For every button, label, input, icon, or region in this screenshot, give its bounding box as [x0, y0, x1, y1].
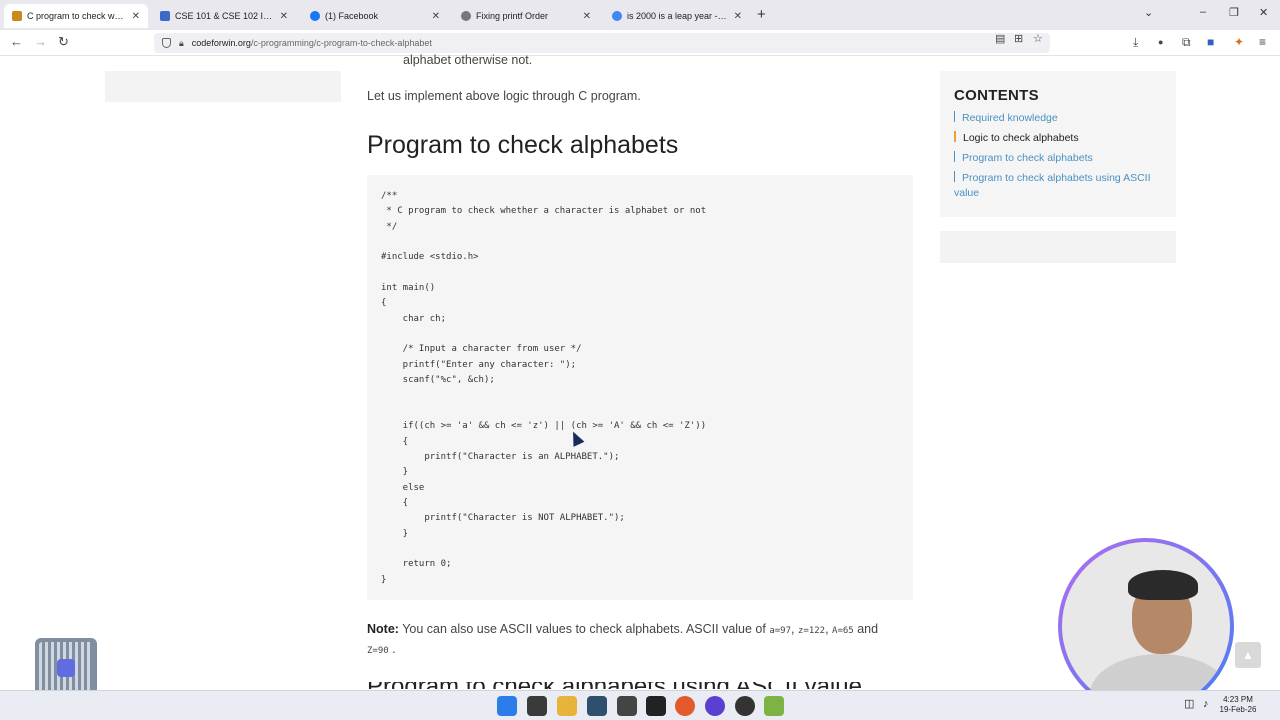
toc-bar-active: [954, 131, 956, 142]
clock[interactable]: 4:23 PM 19-Feb-26: [1216, 695, 1260, 715]
note-text: You can also use ASCII values to check a…: [402, 622, 766, 636]
toc-item-required-knowledge[interactable]: Required knowledge: [954, 111, 1162, 126]
clock-time: 4:23 PM: [1223, 695, 1253, 704]
ascii-code-A: A=65: [832, 626, 854, 636]
tab-strip: C program to check whether a char ✕ CSE …: [0, 0, 1280, 30]
toc-title: CONTENTS: [954, 87, 1039, 104]
toc-item-label: Required knowledge: [962, 112, 1058, 124]
toc-item-logic[interactable]: Logic to check alphabets: [954, 131, 1162, 146]
file-explorer-icon[interactable]: [557, 696, 577, 716]
network-icon[interactable]: ◫: [1184, 699, 1194, 710]
volume-icon[interactable]: ♪: [1203, 699, 1209, 710]
close-window-icon[interactable]: ✕: [1259, 6, 1268, 19]
url-host: codeforwin.org: [191, 38, 251, 48]
toc-bar: [954, 151, 955, 162]
chatgpt-favicon-icon: [461, 11, 471, 21]
tab-title: (1) Facebook: [325, 11, 379, 21]
clock-date: 19-Feb-26: [1219, 705, 1257, 714]
obs-icon[interactable]: [705, 696, 725, 716]
minimize-icon[interactable]: –: [1200, 6, 1206, 18]
toc-item-label: Logic to check alphabets: [963, 132, 1079, 144]
table-of-contents: CONTENTS Required knowledge Logic to che…: [940, 71, 1176, 217]
webcam-overlay: [1058, 538, 1234, 714]
menu-hamburger-icon[interactable]: ≡: [1259, 35, 1266, 49]
bookmark-star-icon[interactable]: ☆: [1033, 32, 1043, 45]
toc-item-label: Program to check alphabets using ASCII v…: [954, 172, 1151, 199]
ascii-code-Z: Z=90: [367, 646, 389, 656]
tab-title: is 2000 is a leap year - Google S: [627, 11, 728, 21]
toc-item-label: Program to check alphabets: [962, 152, 1093, 164]
toc-item-program[interactable]: Program to check alphabets: [954, 151, 1162, 166]
tab-facebook[interactable]: (1) Facebook ✕: [302, 4, 448, 28]
scroll-to-top-button[interactable]: ▲: [1235, 642, 1261, 668]
webcam-feed: [1062, 542, 1230, 710]
toc-bar: [954, 111, 955, 122]
url-text[interactable]: codeforwin.org/c-programming/c-program-t…: [192, 38, 432, 48]
ascii-code-z: z=122: [797, 626, 826, 636]
left-ad-placeholder: [105, 71, 341, 102]
article-text-fragment: alphabet otherwise not.: [403, 53, 533, 67]
forward-arrow-icon[interactable]: →: [34, 34, 47, 49]
code-block[interactable]: /** * C program to check whether a chara…: [367, 175, 913, 600]
section-heading: Program to check alphabets: [367, 131, 679, 159]
chrome-icon[interactable]: [735, 696, 755, 716]
tab-c-program[interactable]: C program to check whether a char ✕: [4, 4, 148, 28]
tab-title: C program to check whether a char: [27, 11, 126, 21]
tab-cse-intake[interactable]: CSE 101 & CSE 102 Intake: 57, 5 ✕: [152, 4, 296, 28]
close-tab-icon[interactable]: ✕: [432, 11, 440, 22]
notion-icon[interactable]: [646, 696, 666, 716]
close-tab-icon[interactable]: ✕: [132, 11, 140, 22]
discord-logo-icon: [57, 659, 75, 677]
lock-icon[interactable]: 🔒︎: [179, 38, 184, 49]
note-paragraph: Note: You can also use ASCII values to c…: [367, 622, 879, 656]
facebook-favicon-icon: [310, 11, 320, 21]
app-grid-icon[interactable]: [764, 696, 784, 716]
webcam-person-hair: [1128, 570, 1198, 600]
reader-view-icon[interactable]: ▤: [995, 32, 1005, 45]
address-bar[interactable]: 🔒︎ codeforwin.org/c-programming/c-progra…: [154, 33, 1050, 53]
tab-google-leap-year[interactable]: is 2000 is a leap year - Google S ✕: [604, 4, 750, 28]
toc-item-program-ascii[interactable]: Program to check alphabets using ASCII v…: [954, 171, 1162, 201]
note-and: and: [857, 622, 879, 636]
ascii-code-a: a=97: [769, 626, 792, 636]
firefox-icon[interactable]: [675, 696, 695, 716]
back-arrow-icon[interactable]: ←: [10, 34, 23, 49]
downloads-icon[interactable]: ⤓: [1133, 35, 1138, 50]
tab-title: Fixing printf Order: [476, 11, 549, 21]
url-path: /c-programming/c-program-to-check-alphab…: [250, 38, 432, 48]
reload-icon[interactable]: ↻: [58, 34, 69, 50]
new-tab-icon[interactable]: +: [757, 6, 766, 23]
note-label: Note:: [367, 622, 399, 636]
tab-list-chevron-icon[interactable]: ⌄: [1144, 6, 1153, 19]
close-tab-icon[interactable]: ✕: [583, 11, 591, 22]
close-tab-icon[interactable]: ✕: [734, 11, 742, 22]
navigation-bar: ← → ↻ 🔒︎ codeforwin.org/c-programming/c-…: [0, 30, 1280, 56]
tracking-shield-icon[interactable]: [162, 38, 171, 48]
codeforwin-favicon-icon: [12, 11, 22, 21]
code-text[interactable]: /** * C program to check whether a chara…: [381, 189, 706, 588]
restore-icon[interactable]: ❐: [1229, 6, 1239, 19]
bitwarden-icon[interactable]: ■: [1207, 35, 1214, 49]
save-page-icon[interactable]: ⊞: [1014, 32, 1023, 45]
taskbar: ◫ ♪ 4:23 PM 19-Feb-26: [0, 690, 1280, 720]
sidebar-ad-placeholder: [940, 231, 1176, 263]
google-favicon-icon: [612, 11, 622, 21]
close-tab-icon[interactable]: ✕: [280, 11, 288, 22]
start-windows-icon[interactable]: [497, 696, 517, 716]
sync-icon[interactable]: ●: [1158, 37, 1163, 47]
next-section-heading: Program to check alphabets using ASCII v…: [367, 682, 887, 689]
qr-code-icon: [39, 642, 93, 696]
toc-bar: [954, 171, 955, 182]
extension-fox-icon[interactable]: ✦: [1234, 35, 1244, 49]
docs-favicon-icon: [160, 11, 170, 21]
extensions-icon[interactable]: ⧉: [1182, 35, 1191, 50]
intro-paragraph: Let us implement above logic through C p…: [367, 89, 641, 103]
app-icon[interactable]: [587, 696, 607, 716]
tab-fixing-printf[interactable]: Fixing printf Order ✕: [453, 4, 599, 28]
terminal-icon[interactable]: [527, 696, 547, 716]
tab-title: CSE 101 & CSE 102 Intake: 57, 5: [175, 11, 274, 21]
calendar-icon[interactable]: [617, 696, 637, 716]
